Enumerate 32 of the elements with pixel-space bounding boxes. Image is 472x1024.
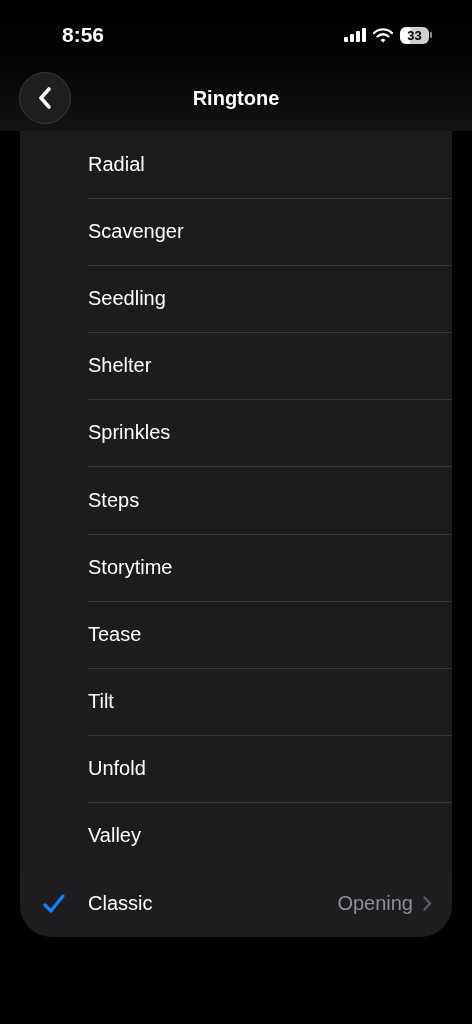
ringtone-row[interactable]: Steps bbox=[20, 466, 452, 535]
back-icon bbox=[38, 87, 52, 109]
chevron-right-icon bbox=[423, 896, 432, 912]
ringtone-row[interactable]: Shelter bbox=[20, 332, 452, 400]
ringtone-name: Radial bbox=[88, 152, 146, 176]
ringtone-row[interactable]: Storytime bbox=[20, 534, 452, 602]
ringtone-name: Classic bbox=[88, 892, 154, 916]
ringtone-name: Shelter bbox=[88, 354, 153, 378]
ringtone-detail: Opening bbox=[337, 892, 413, 916]
page-title: Ringtone bbox=[192, 86, 280, 110]
wifi-icon bbox=[373, 27, 393, 43]
ringtone-row[interactable]: Unfold bbox=[20, 735, 452, 803]
back-button[interactable] bbox=[19, 72, 71, 124]
ringtone-name: Scavenger bbox=[88, 219, 185, 243]
ringtone-row[interactable]: Scavenger bbox=[20, 198, 452, 266]
battery-level: 33 bbox=[400, 26, 429, 44]
ringtone-row[interactable]: Classic Opening bbox=[20, 870, 452, 938]
checkmark-icon bbox=[43, 893, 65, 914]
ringtone-row[interactable]: Tilt bbox=[20, 668, 452, 736]
ringtone-name: Tilt bbox=[88, 690, 115, 714]
ringtone-row[interactable]: Tease bbox=[20, 601, 452, 669]
ringtone-name: Valley bbox=[88, 824, 142, 848]
ringtone-row[interactable]: Sprinkles bbox=[20, 399, 452, 467]
ringtone-row[interactable]: Seedling bbox=[20, 265, 452, 333]
signal-icon bbox=[344, 28, 366, 42]
ringtone-name: Unfold bbox=[88, 757, 147, 781]
status-time: 8:56 bbox=[62, 23, 105, 47]
ringtone-name: Steps bbox=[88, 488, 141, 512]
ringtone-name: Seedling bbox=[88, 286, 167, 310]
ringtone-name: Sprinkles bbox=[88, 421, 172, 445]
ringtone-name: Tease bbox=[88, 622, 143, 646]
ringtone-name: Storytime bbox=[88, 555, 174, 579]
